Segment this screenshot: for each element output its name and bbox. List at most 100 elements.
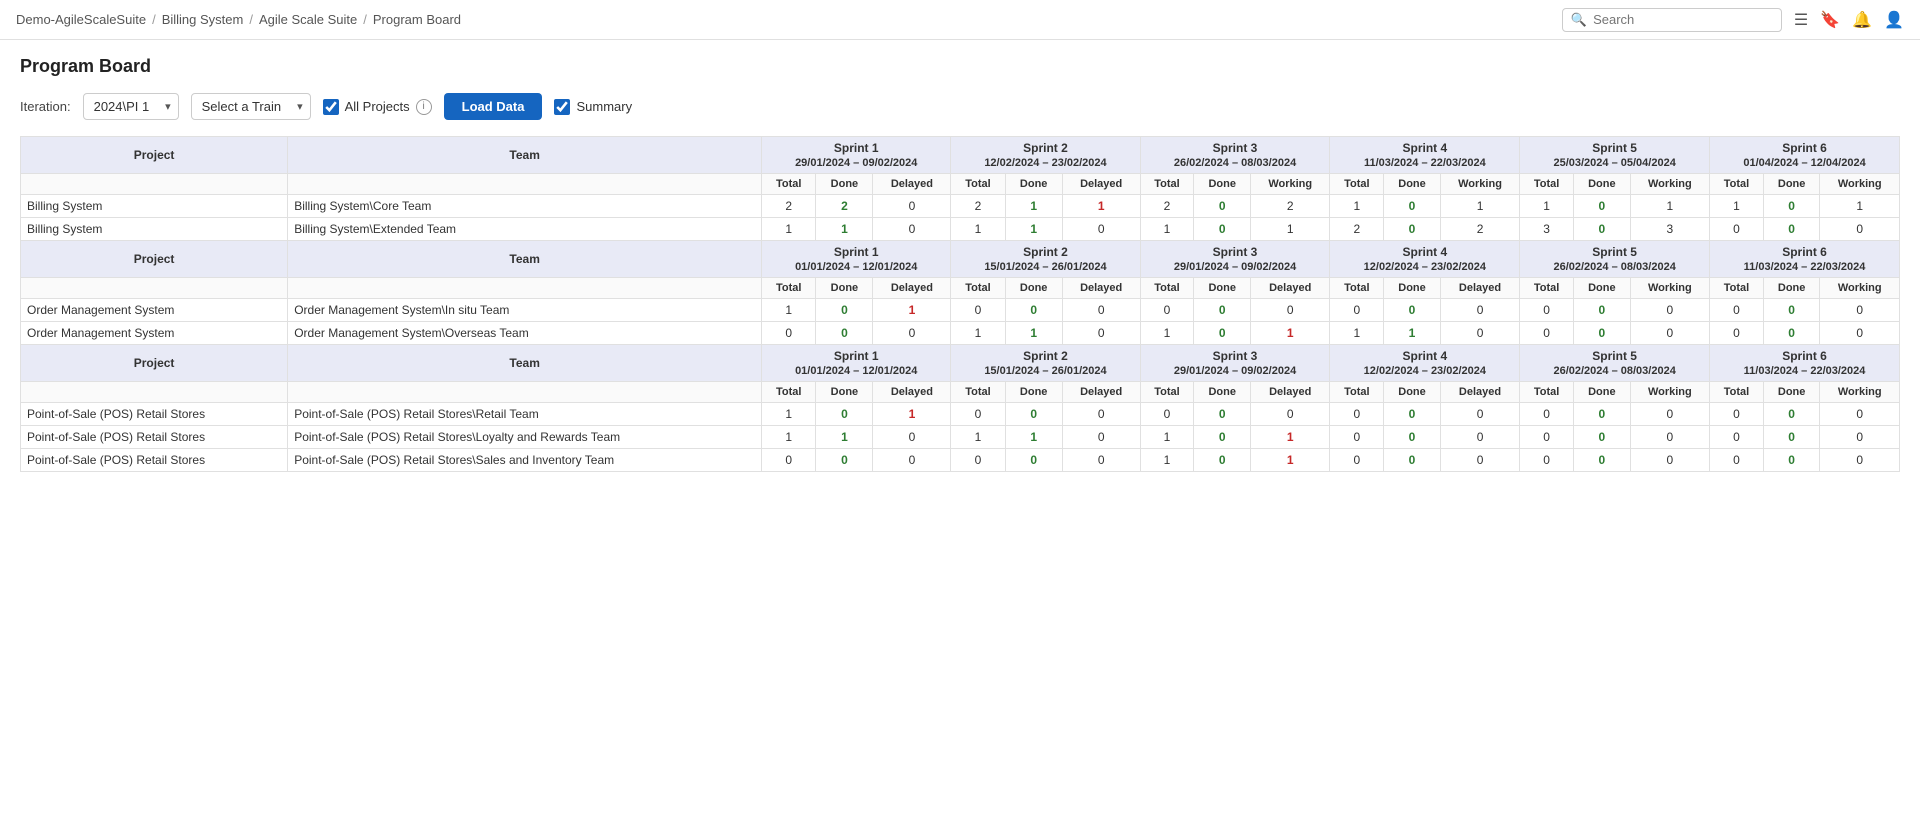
t2-r2-s2-delayed: 0 (1062, 322, 1140, 345)
t3-r3-s2-done: 0 (1005, 449, 1062, 472)
t1-r2-s4-done: 0 (1384, 218, 1441, 241)
list-icon[interactable]: ☰ (1794, 10, 1808, 30)
t2-s5-total: Total (1520, 278, 1574, 299)
t3-r2-project: Point-of-Sale (POS) Retail Stores (21, 426, 288, 449)
t3-r3-s6-done: 0 (1763, 449, 1820, 472)
t2-r2-project: Order Management System (21, 322, 288, 345)
t2-sh-team (288, 278, 762, 299)
alert-icon[interactable]: 🔔 (1852, 10, 1872, 30)
table-row: Point-of-Sale (POS) Retail Stores Point-… (21, 449, 1900, 472)
t1-s3-working: Working (1251, 174, 1330, 195)
page-title: Program Board (20, 56, 1900, 77)
t3-sprint6-header: Sprint 611/03/2024 – 22/03/2024 (1710, 345, 1900, 382)
t3-r1-s4-total: 0 (1330, 403, 1384, 426)
t2-r1-s6-working: 0 (1820, 299, 1900, 322)
t2-s3-total: Total (1140, 278, 1194, 299)
t1-r2-s1-done: 1 (816, 218, 873, 241)
t1-s5-total: Total (1520, 174, 1574, 195)
t1-s4-working: Working (1440, 174, 1519, 195)
t3-r3-project: Point-of-Sale (POS) Retail Stores (21, 449, 288, 472)
t2-r1-team: Order Management System\In situ Team (288, 299, 762, 322)
table2-subheader-row: TotalDoneDelayed TotalDoneDelayed TotalD… (21, 278, 1900, 299)
t3-r3-s2-total: 0 (951, 449, 1005, 472)
t1-r1-s5-working: 1 (1630, 195, 1709, 218)
breadcrumb-item-3[interactable]: Agile Scale Suite (259, 12, 357, 27)
t1-sprint1-header: Sprint 129/01/2024 – 09/02/2024 (762, 137, 951, 174)
t3-r2-s6-total: 0 (1710, 426, 1764, 449)
t3-r2-s3-done: 0 (1194, 426, 1251, 449)
t2-r2-s3-total: 1 (1140, 322, 1194, 345)
info-icon[interactable]: i (416, 99, 432, 115)
t3-r3-s5-done: 0 (1574, 449, 1631, 472)
t2-s6-total: Total (1710, 278, 1764, 299)
iteration-select[interactable]: 2024\PI 1 (83, 93, 179, 120)
t1-s6-working: Working (1820, 174, 1900, 195)
table2-header-row: Project Team Sprint 101/01/2024 – 12/01/… (21, 241, 1900, 278)
t3-r2-s2-done: 1 (1005, 426, 1062, 449)
table3-subheader-row: TotalDoneDelayed TotalDoneDelayed TotalD… (21, 382, 1900, 403)
t2-s6-working: Working (1820, 278, 1900, 299)
train-select[interactable]: Select a Train (191, 93, 311, 120)
t3-r1-s4-done: 0 (1384, 403, 1441, 426)
t1-r1-s5-done: 0 (1574, 195, 1631, 218)
t3-s5-working: Working (1630, 382, 1709, 403)
t3-r2-s6-done: 0 (1763, 426, 1820, 449)
t3-sprint2-header: Sprint 215/01/2024 – 26/01/2024 (951, 345, 1140, 382)
user-icon[interactable]: 👤 (1884, 10, 1904, 30)
t2-sprint1-header: Sprint 101/01/2024 – 12/01/2024 (762, 241, 951, 278)
t2-s3-delayed: Delayed (1251, 278, 1330, 299)
t1-r1-project: Billing System (21, 195, 288, 218)
t3-r1-s2-total: 0 (951, 403, 1005, 426)
breadcrumb-item-4: Program Board (373, 12, 461, 27)
search-input[interactable] (1593, 12, 1773, 27)
t3-s4-delayed: Delayed (1440, 382, 1519, 403)
bookmark-icon[interactable]: 🔖 (1820, 10, 1840, 30)
t3-r1-s4-delayed: 0 (1440, 403, 1519, 426)
program-board-table: Project Team Sprint 129/01/2024 – 09/02/… (20, 136, 1900, 472)
t2-r1-s4-done: 0 (1384, 299, 1441, 322)
breadcrumb-item-1[interactable]: Demo-AgileScaleSuite (16, 12, 146, 27)
t3-sprint5-header: Sprint 526/02/2024 – 08/03/2024 (1520, 345, 1710, 382)
t2-r2-s4-done: 1 (1384, 322, 1441, 345)
t1-s2-done: Done (1005, 174, 1062, 195)
breadcrumb-sep-1: / (152, 12, 156, 27)
t3-r1-s6-total: 0 (1710, 403, 1764, 426)
t3-sh-team (288, 382, 762, 403)
train-select-wrapper[interactable]: Select a Train (191, 93, 311, 120)
t3-r3-s2-delayed: 0 (1062, 449, 1140, 472)
t1-r2-s1-total: 1 (762, 218, 816, 241)
t1-r1-s1-total: 2 (762, 195, 816, 218)
t3-sprint3-header: Sprint 329/01/2024 – 09/02/2024 (1140, 345, 1330, 382)
t3-r1-s2-delayed: 0 (1062, 403, 1140, 426)
t1-r1-s4-working: 1 (1440, 195, 1519, 218)
t2-r2-team: Order Management System\Overseas Team (288, 322, 762, 345)
t3-s2-delayed: Delayed (1062, 382, 1140, 403)
search-box[interactable]: 🔍 (1562, 8, 1782, 32)
table-row: Billing System Billing System\Core Team … (21, 195, 1900, 218)
all-projects-checkbox[interactable] (323, 99, 339, 115)
t3-s3-total: Total (1140, 382, 1194, 403)
t1-r1-s1-delayed: 0 (873, 195, 951, 218)
t3-r1-s1-total: 1 (762, 403, 816, 426)
t3-project-header: Project (21, 345, 288, 382)
t1-r1-s2-total: 2 (951, 195, 1005, 218)
iteration-select-wrapper[interactable]: 2024\PI 1 (83, 93, 179, 120)
t1-r2-s4-working: 2 (1440, 218, 1519, 241)
t1-r2-s3-total: 1 (1140, 218, 1194, 241)
load-data-button[interactable]: Load Data (444, 93, 543, 120)
t1-r1-s6-working: 1 (1820, 195, 1900, 218)
t3-s1-delayed: Delayed (873, 382, 951, 403)
t3-r1-project: Point-of-Sale (POS) Retail Stores (21, 403, 288, 426)
t2-s1-delayed: Delayed (873, 278, 951, 299)
t2-s5-done: Done (1574, 278, 1631, 299)
t2-s6-done: Done (1763, 278, 1820, 299)
t3-s6-done: Done (1763, 382, 1820, 403)
summary-checkbox[interactable] (554, 99, 570, 115)
breadcrumb-item-2[interactable]: Billing System (162, 12, 244, 27)
t3-r1-s2-done: 0 (1005, 403, 1062, 426)
t2-r1-s5-total: 0 (1520, 299, 1574, 322)
table-row: Point-of-Sale (POS) Retail Stores Point-… (21, 403, 1900, 426)
t3-team-header: Team (288, 345, 762, 382)
t2-r1-s1-total: 1 (762, 299, 816, 322)
t1-r2-s1-delayed: 0 (873, 218, 951, 241)
